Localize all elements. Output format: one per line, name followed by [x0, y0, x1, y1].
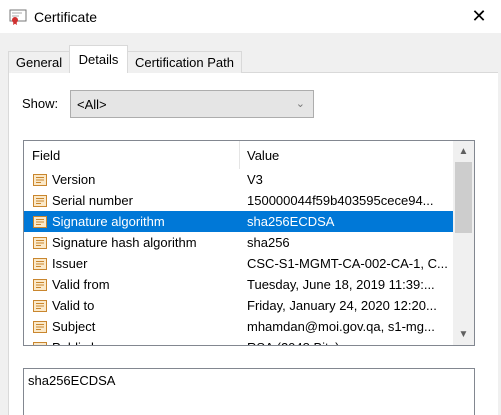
certificate-field-icon — [33, 236, 47, 249]
field-name: Signature hash algorithm — [52, 235, 197, 250]
field-cell: Public key — [32, 337, 242, 345]
certificate-field-icon — [33, 320, 47, 333]
close-icon: ✕ — [471, 6, 487, 26]
value-cell: 150000044f59b403595cece94... — [247, 193, 434, 208]
value-cell: mhamdan@moi.gov.qa, s1-mg... — [247, 319, 435, 334]
vertical-scrollbar[interactable]: ▲ ▼ — [453, 141, 474, 345]
field-cell: Serial number — [32, 190, 242, 211]
field-name: Subject — [52, 319, 96, 334]
field-name: Serial number — [52, 193, 133, 208]
certificate-field-icon — [33, 278, 47, 291]
title-bar: Certificate ✕ — [0, 0, 501, 33]
certificate-field-icon — [33, 257, 47, 270]
field-name: Issuer — [52, 256, 88, 271]
scrollbar-thumb[interactable] — [455, 162, 472, 233]
value-cell: sha256ECDSA — [247, 214, 335, 229]
certificate-icon — [9, 9, 27, 25]
column-header-value[interactable]: Value — [247, 148, 279, 163]
show-dropdown[interactable]: <All> ⌄ — [70, 90, 314, 118]
column-header-field[interactable]: Field — [32, 148, 60, 163]
table-row[interactable]: Subject mhamdan@moi.gov.qa, s1-mg... — [24, 316, 454, 337]
field-name: Version — [52, 172, 96, 187]
field-name: Valid to — [52, 298, 95, 313]
field-cell: Issuer — [32, 253, 242, 274]
field-cell: Subject — [32, 316, 242, 337]
value-cell: Tuesday, June 18, 2019 11:39:... — [247, 277, 435, 292]
show-dropdown-value: <All> — [77, 96, 107, 112]
listview-header: Field Value — [24, 141, 454, 169]
scroll-up-button[interactable]: ▲ — [453, 141, 474, 162]
value-cell: CSC-S1-MGMT-CA-002-CA-1, C... — [247, 256, 448, 271]
field-cell: Version — [32, 169, 242, 190]
tab-certification-path[interactable]: Certification Path — [127, 51, 242, 73]
table-row[interactable]: Public key RSA (2048 Bits) — [24, 337, 454, 345]
chevron-down-icon: ⌄ — [295, 98, 305, 110]
chevron-down-icon: ▼ — [458, 329, 469, 340]
value-cell: RSA (2048 Bits) — [247, 337, 454, 345]
field-cell: Valid from — [32, 274, 242, 295]
field-cell: Signature algorithm — [32, 211, 242, 232]
table-row[interactable]: Serial number 150000044f59b403595cece94..… — [24, 190, 454, 211]
tab-details[interactable]: Details — [69, 45, 128, 73]
column-separator[interactable] — [239, 141, 240, 169]
show-label: Show: — [22, 96, 59, 111]
field-name: Signature algorithm — [52, 214, 165, 229]
fields-listview[interactable]: Field Value Version V3 Serial number 150000… — [23, 140, 475, 346]
certificate-field-icon — [33, 299, 47, 312]
field-cell: Signature hash algorithm — [32, 232, 242, 253]
value-cell: Friday, January 24, 2020 12:20... — [247, 298, 437, 313]
scroll-down-button[interactable]: ▼ — [453, 324, 474, 345]
certificate-field-icon — [33, 173, 47, 186]
tab-general[interactable]: General — [8, 51, 70, 73]
field-cell: Valid to — [32, 295, 242, 316]
certificate-field-icon — [33, 215, 47, 228]
field-name: Valid from — [52, 277, 110, 292]
table-row[interactable]: Valid from Tuesday, June 18, 2019 11:39:.… — [24, 274, 454, 295]
value-cell: sha256 — [247, 235, 290, 250]
field-name: Public key — [52, 340, 111, 345]
close-button[interactable]: ✕ — [457, 0, 501, 33]
table-row[interactable]: Signature algorithm sha256ECDSA — [24, 211, 454, 232]
value-cell: V3 — [247, 172, 263, 187]
table-row[interactable]: Issuer CSC-S1-MGMT-CA-002-CA-1, C... — [24, 253, 454, 274]
table-row[interactable]: Signature hash algorithm sha256 — [24, 232, 454, 253]
certificate-field-icon — [33, 341, 47, 345]
chevron-up-icon: ▲ — [458, 146, 469, 157]
field-detail-text: sha256ECDSA — [28, 373, 116, 388]
field-detail-textbox[interactable]: sha256ECDSA — [23, 368, 475, 415]
window-title: Certificate — [34, 9, 98, 25]
table-row[interactable]: Valid to Friday, January 24, 2020 12:20..… — [24, 295, 454, 316]
certificate-field-icon — [33, 194, 47, 207]
table-row[interactable]: Version V3 — [24, 169, 454, 190]
